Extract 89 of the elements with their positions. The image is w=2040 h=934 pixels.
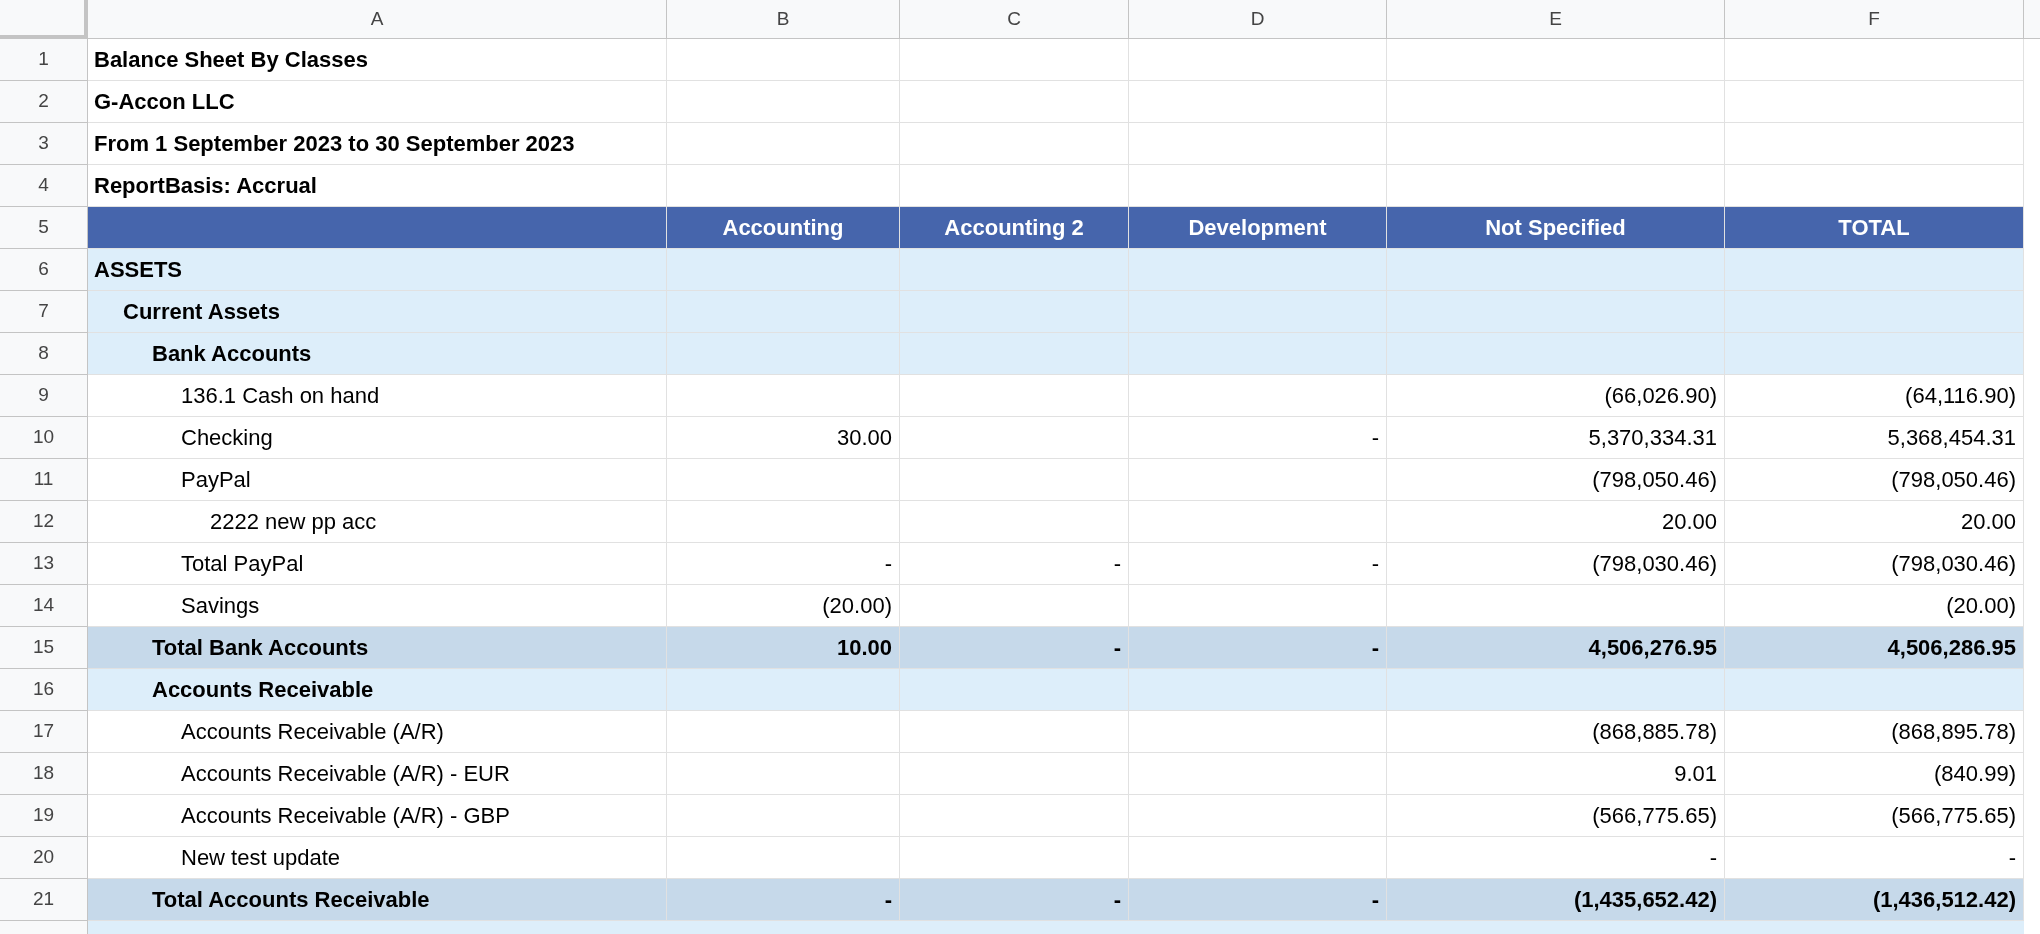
table-cell: 9.01 bbox=[1387, 753, 1725, 795]
table-cell: (840.99) bbox=[1725, 753, 2024, 795]
table-cell: Development bbox=[1129, 207, 1387, 249]
table-cell: (566,775.65) bbox=[1725, 795, 2024, 837]
table-cell: (798,030.46) bbox=[1725, 543, 2024, 585]
table-cell: (868,885.78) bbox=[1387, 711, 1725, 753]
table-cell: 10.00 bbox=[667, 627, 900, 669]
column-header[interactable]: C bbox=[900, 0, 1129, 39]
row-number: 13 bbox=[0, 543, 88, 585]
table-cell: PayPal bbox=[88, 459, 667, 501]
table-cell: Balance Sheet By Classes bbox=[88, 39, 667, 81]
row-number: 12 bbox=[0, 501, 88, 543]
column-header[interactable]: D bbox=[1129, 0, 1387, 39]
row-number: 1 bbox=[0, 39, 88, 81]
table-cell: (1,436,512.42) bbox=[1725, 879, 2024, 921]
column-header[interactable]: F bbox=[1725, 0, 2024, 39]
column-header[interactable]: A bbox=[88, 0, 667, 39]
table-cell: New test update bbox=[88, 837, 667, 879]
table-cell: - bbox=[1387, 837, 1725, 879]
table-cell: 4,506,286.95 bbox=[1725, 627, 2024, 669]
table-cell: (566,775.65) bbox=[1387, 795, 1725, 837]
table-cell: - bbox=[1129, 543, 1387, 585]
row-number: 7 bbox=[0, 291, 88, 333]
table-cell: Checking bbox=[88, 417, 667, 459]
table-cell: 30.00 bbox=[667, 417, 900, 459]
table-cell: - bbox=[900, 879, 1129, 921]
table-cell: Savings bbox=[88, 585, 667, 627]
table-cell: 4,506,276.95 bbox=[1387, 627, 1725, 669]
table-cell: 5,370,334.31 bbox=[1387, 417, 1725, 459]
table-cell: (798,030.46) bbox=[1387, 543, 1725, 585]
row-number: 4 bbox=[0, 165, 88, 207]
table-cell: - bbox=[900, 627, 1129, 669]
table-cell: From 1 September 2023 to 30 September 2023 bbox=[88, 123, 667, 165]
table-cell: Total Bank Accounts bbox=[88, 627, 667, 669]
table-cell: ReportBasis: Accrual bbox=[88, 165, 667, 207]
row-number: 5 bbox=[0, 207, 88, 249]
row-number: 8 bbox=[0, 333, 88, 375]
column-header[interactable]: E bbox=[1387, 0, 1725, 39]
row-number: 10 bbox=[0, 417, 88, 459]
row-number: 11 bbox=[0, 459, 88, 501]
table-cell: - bbox=[900, 543, 1129, 585]
table-cell: (20.00) bbox=[1725, 585, 2024, 627]
table-cell: Accounts Receivable (A/R) - EUR bbox=[88, 753, 667, 795]
table-cell: (20.00) bbox=[667, 585, 900, 627]
row-number: 2 bbox=[0, 81, 88, 123]
table-cell: Accounting 2 bbox=[900, 207, 1129, 249]
row-number: 17 bbox=[0, 711, 88, 753]
table-cell: Total Accounts Receivable bbox=[88, 879, 667, 921]
table-cell: 20.00 bbox=[1725, 501, 2024, 543]
table-cell: - bbox=[1129, 879, 1387, 921]
table-cell: - bbox=[1129, 417, 1387, 459]
table-cell: (868,895.78) bbox=[1725, 711, 2024, 753]
row-number: 21 bbox=[0, 879, 88, 921]
row-number: 19 bbox=[0, 795, 88, 837]
row-number: 16 bbox=[0, 669, 88, 711]
table-cell: TOTAL bbox=[1725, 207, 2024, 249]
table-cell: - bbox=[1725, 837, 2024, 879]
table-cell: Current Assets bbox=[88, 291, 667, 333]
table-cell: Not Specified bbox=[1387, 207, 1725, 249]
row-number: 9 bbox=[0, 375, 88, 417]
table-cell: Bank Accounts bbox=[88, 333, 667, 375]
row-number: 20 bbox=[0, 837, 88, 879]
table-cell: 5,368,454.31 bbox=[1725, 417, 2024, 459]
table-cell: Accounts Receivable (A/R) bbox=[88, 711, 667, 753]
select-all-corner[interactable] bbox=[0, 0, 88, 39]
table-cell: 2222 new pp acc bbox=[88, 501, 667, 543]
table-cell: Accounting bbox=[667, 207, 900, 249]
table-cell: 136.1 Cash on hand bbox=[88, 375, 667, 417]
table-cell: (798,050.46) bbox=[1725, 459, 2024, 501]
row-number: 15 bbox=[0, 627, 88, 669]
table-cell: (66,026.90) bbox=[1387, 375, 1725, 417]
row-number: 18 bbox=[0, 753, 88, 795]
header-filler bbox=[2024, 0, 2040, 39]
table-cell: - bbox=[1129, 627, 1387, 669]
table-cell: G-Accon LLC bbox=[88, 81, 667, 123]
row-number: 14 bbox=[0, 585, 88, 627]
table-cell: Total PayPal bbox=[88, 543, 667, 585]
table-cell: Accounts Receivable bbox=[88, 669, 667, 711]
column-header[interactable]: B bbox=[667, 0, 900, 39]
table-cell: (1,435,652.42) bbox=[1387, 879, 1725, 921]
table-cell: (798,050.46) bbox=[1387, 459, 1725, 501]
row-number: 3 bbox=[0, 123, 88, 165]
table-cell: Accounts Receivable (A/R) - GBP bbox=[88, 795, 667, 837]
table-cell: - bbox=[667, 879, 900, 921]
table-cell: - bbox=[667, 543, 900, 585]
table-cell: 20.00 bbox=[1387, 501, 1725, 543]
table-cell: (64,116.90) bbox=[1725, 375, 2024, 417]
table-cell: ASSETS bbox=[88, 249, 667, 291]
row-number: 6 bbox=[0, 249, 88, 291]
